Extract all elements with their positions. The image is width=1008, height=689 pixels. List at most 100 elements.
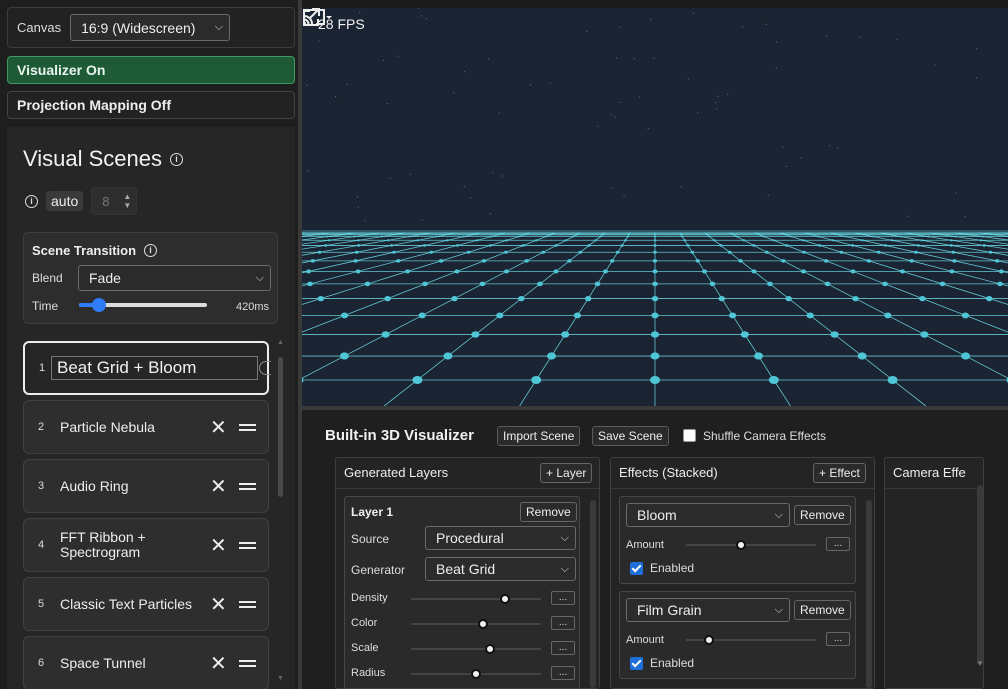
grid-node	[553, 269, 559, 274]
param-slider[interactable]	[411, 619, 541, 629]
slider-thumb[interactable]	[485, 644, 496, 654]
scroll-up-icon[interactable]: ▲	[277, 339, 284, 346]
param-options-button[interactable]: ...	[551, 616, 575, 630]
star-dot	[463, 186, 465, 188]
auto-button[interactable]: auto	[46, 191, 84, 211]
panel-scrollbar[interactable]	[977, 485, 983, 665]
transition-time-slider[interactable]	[79, 298, 207, 312]
delete-scene-icon[interactable]: ✕	[210, 592, 227, 617]
star-dot	[837, 147, 839, 149]
drag-handle-icon[interactable]	[239, 600, 256, 608]
param-slider[interactable]	[411, 594, 541, 604]
effect-enabled-checkbox[interactable]	[630, 657, 643, 670]
info-icon[interactable]: i	[25, 194, 38, 208]
star-dot	[775, 41, 777, 43]
canvas-label: Canvas	[17, 20, 62, 35]
slider-thumb[interactable]	[704, 635, 715, 645]
auto-interval-input[interactable]: 8 ▲ ▼	[91, 187, 138, 215]
scene-item[interactable]: 1 Beat Grid + Bloom	[23, 341, 271, 395]
drag-handle-icon[interactable]	[239, 659, 256, 667]
grid-node	[518, 296, 525, 302]
canvas-aspect-select[interactable]: 16:9 (Widescreen) ⌵	[70, 14, 231, 41]
chevron-down-icon: ⌵	[774, 508, 783, 521]
spinner-icon[interactable]: ▲ ▼	[123, 192, 131, 210]
slider-thumb[interactable]	[499, 594, 510, 604]
auto-interval-value: 8	[102, 193, 110, 209]
amount-slider[interactable]	[686, 635, 816, 645]
visualizer-toggle-button[interactable]: Visualizer On	[7, 56, 295, 84]
scene-item[interactable]: 4 FFT Ribbon + Spectrogram ✕	[23, 518, 269, 572]
delete-scene-icon[interactable]: ✕	[210, 651, 227, 676]
scroll-down-icon[interactable]: ▼	[277, 675, 284, 682]
remove-effect-button[interactable]: Remove	[794, 600, 851, 620]
scene-item[interactable]: 5 Classic Text Particles ✕	[23, 577, 269, 631]
grid-node	[751, 269, 757, 274]
grid-node	[950, 239, 953, 242]
grid-node	[650, 352, 660, 360]
param-options-button[interactable]: ...	[551, 591, 575, 605]
generator-value: Beat Grid	[436, 561, 496, 577]
shuffle-camera-checkbox[interactable]	[683, 429, 696, 442]
scene-item[interactable]: 3 Audio Ring ✕	[23, 459, 269, 513]
scene-item[interactable]: 6 Space Tunnel ✕	[23, 636, 269, 689]
scene-item[interactable]: 2 Particle Nebula ✕	[23, 400, 269, 454]
amount-slider[interactable]	[686, 540, 816, 550]
param-slider[interactable]	[411, 669, 541, 679]
open-external-icon[interactable]	[302, 8, 334, 26]
import-scene-button[interactable]: Import Scene	[497, 426, 581, 446]
drag-handle-icon[interactable]	[239, 541, 256, 549]
grid-node	[876, 250, 881, 254]
save-scene-button[interactable]: Save Scene	[592, 426, 669, 446]
source-label: Source	[351, 532, 390, 546]
generator-select[interactable]: Beat Grid ⌵	[425, 557, 576, 581]
star-dot	[487, 58, 489, 60]
param-options-button[interactable]: ...	[551, 666, 575, 680]
source-select[interactable]: Procedural ⌵	[425, 526, 576, 550]
param-options-button[interactable]: ...	[551, 641, 575, 655]
grid-node	[504, 250, 508, 254]
effect-enabled-checkbox[interactable]	[630, 562, 643, 575]
grid-node	[404, 269, 411, 274]
layers-scrollbar[interactable]	[590, 500, 596, 688]
slider-thumb[interactable]	[471, 669, 481, 679]
effect-type-select[interactable]: Film Grain ⌵	[626, 598, 790, 622]
star-dot	[549, 82, 551, 84]
enabled-label: Enabled	[650, 561, 695, 575]
effect-type-select[interactable]: Bloom ⌵	[626, 503, 790, 527]
star-dot	[386, 102, 388, 105]
amount-options-button[interactable]: ...	[826, 537, 850, 551]
effects-scrollbar[interactable]	[866, 500, 872, 688]
scene-name: Audio Ring	[60, 477, 129, 494]
delete-scene-icon[interactable]: ✕	[210, 415, 227, 440]
blend-select[interactable]: Fade ⌵	[78, 265, 271, 291]
grid-node	[650, 376, 660, 384]
clear-icon[interactable]	[259, 361, 271, 375]
scene-list-scrollbar[interactable]: ▲ ▼	[277, 339, 284, 685]
effect-type-value: Bloom	[637, 507, 677, 523]
remove-effect-button[interactable]: Remove	[794, 505, 851, 525]
delete-scene-icon[interactable]: ✕	[210, 533, 227, 558]
add-layer-button[interactable]: + Layer	[540, 463, 593, 483]
grid-node	[429, 250, 434, 254]
grid-node	[546, 352, 557, 360]
info-icon[interactable]: i	[170, 152, 184, 166]
slider-thumb[interactable]	[477, 619, 488, 629]
amount-options-button[interactable]: ...	[826, 632, 850, 646]
scrollbar-thumb[interactable]	[278, 357, 283, 497]
visualizer-viewport[interactable]: 28 FPS	[302, 8, 1008, 406]
info-icon[interactable]: i	[144, 244, 158, 257]
add-effect-button[interactable]: + Effect	[813, 463, 866, 483]
slider-thumb[interactable]	[735, 540, 746, 550]
projection-mapping-toggle-button[interactable]: Projection Mapping Off	[7, 91, 295, 119]
remove-layer-button[interactable]: Remove	[520, 502, 577, 522]
param-slider[interactable]	[411, 644, 541, 654]
drag-handle-icon[interactable]	[239, 423, 256, 431]
grid-node	[951, 250, 956, 254]
scroll-down-icon[interactable]: ▼	[976, 659, 984, 668]
scene-name-input[interactable]: Beat Grid + Bloom	[51, 356, 258, 380]
star-dot	[775, 67, 777, 69]
scene-transition-card: Scene Transition i Blend Fade ⌵ Time 420…	[23, 232, 278, 324]
drag-handle-icon[interactable]	[239, 482, 256, 490]
delete-scene-icon[interactable]: ✕	[210, 474, 227, 499]
slider-thumb[interactable]	[92, 298, 107, 312]
